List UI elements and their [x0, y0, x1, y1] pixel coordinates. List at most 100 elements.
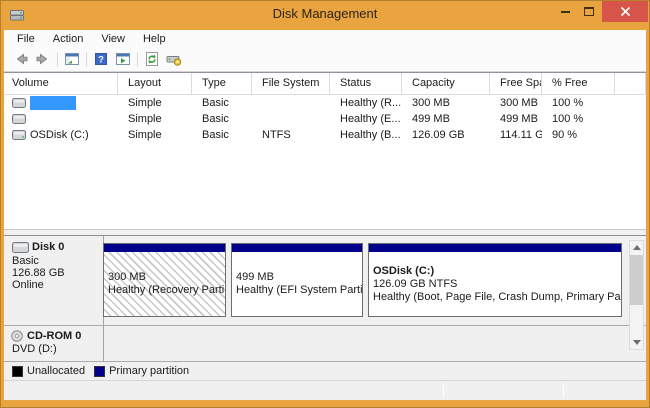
layout-cell: Simple	[118, 129, 192, 141]
capacity-cell: 499 MB	[402, 113, 490, 125]
titlebar[interactable]: Disk Management	[0, 0, 650, 30]
capacity-cell: 126.09 GB	[402, 129, 490, 141]
pane-splitter[interactable]	[4, 229, 646, 236]
toolbar-separator	[137, 52, 138, 67]
partition-efi[interactable]: 499 MB Healthy (EFI System Partit	[231, 243, 363, 317]
volume-row-efi[interactable]: Simple Basic Healthy (E... 499 MB 499 MB…	[4, 111, 646, 127]
column-header-status[interactable]: Status	[330, 73, 402, 95]
legend-label: Unallocated	[27, 365, 85, 377]
status-cell: Healthy (E...	[330, 113, 402, 125]
disk-management-window: Disk Management File Action View Help	[0, 0, 650, 408]
toolbar-separator	[57, 52, 58, 67]
menu-bar: File Action View Help	[4, 30, 646, 47]
menu-action[interactable]: Action	[44, 32, 93, 46]
partition-status: Healthy (EFI System Partit	[236, 284, 358, 297]
show-action-pane-button[interactable]	[112, 49, 134, 69]
back-button[interactable]	[10, 49, 32, 69]
partition-size: 126.09 GB NTFS	[373, 278, 617, 291]
refresh-button[interactable]	[141, 49, 163, 69]
partition-osdisk[interactable]: OSDisk (C:) 126.09 GB NTFS Healthy (Boot…	[368, 243, 622, 317]
column-header-file-system[interactable]: File System	[252, 73, 330, 95]
legend-bar: Unallocated Primary partition	[4, 361, 646, 380]
disk0-size: 126.88 GB	[12, 267, 103, 279]
legend-primary-partition: Primary partition	[94, 365, 189, 377]
column-header-filler	[615, 73, 646, 95]
cdrom-name: CD-ROM 0	[27, 330, 81, 342]
graphical-view: Disk 0 Basic 126.88 GB Online 300 MB Hea…	[4, 236, 646, 380]
forward-button[interactable]	[32, 49, 54, 69]
file-system-cell: NTFS	[252, 129, 330, 141]
disk-properties-button[interactable]	[163, 49, 185, 69]
menu-help[interactable]: Help	[134, 32, 175, 46]
type-cell: Basic	[192, 129, 252, 141]
scrollbar-thumb[interactable]	[630, 255, 643, 305]
free-space-cell: 499 MB	[490, 113, 542, 125]
volume-icon	[12, 114, 26, 124]
pct-free-cell: 100 %	[542, 97, 615, 109]
selection-highlight	[30, 96, 76, 110]
minimize-button[interactable]	[554, 1, 576, 22]
menu-file[interactable]: File	[8, 32, 44, 46]
capacity-cell: 300 MB	[402, 97, 490, 109]
volume-name-cell	[4, 114, 118, 124]
volume-row-osdisk[interactable]: OSDisk (C:) Simple Basic NTFS Healthy (B…	[4, 127, 646, 143]
column-header-free-space[interactable]: Free Spa...	[490, 73, 542, 95]
disk-icon	[12, 242, 29, 253]
column-header-layout[interactable]: Layout	[118, 73, 192, 95]
column-header-type[interactable]: Type	[192, 73, 252, 95]
legend-label: Primary partition	[109, 365, 189, 377]
disk0-type: Basic	[12, 255, 103, 267]
legend-unallocated: Unallocated	[12, 365, 85, 377]
partition-status: Healthy (Recovery Parti	[108, 284, 221, 297]
disk-properties-icon	[166, 51, 182, 67]
close-button[interactable]	[602, 1, 648, 22]
disk0-label-panel[interactable]: Disk 0 Basic 126.88 GB Online	[4, 236, 104, 325]
maximize-icon	[584, 7, 594, 16]
show-console-tree-button[interactable]	[61, 49, 83, 69]
primary-partition-color-swatch	[94, 366, 105, 377]
partition-color-bar	[104, 244, 225, 252]
scroll-down-button[interactable]	[630, 336, 643, 349]
volume-row-recovery[interactable]: Simple Basic Healthy (R... 300 MB 300 MB…	[4, 95, 646, 111]
partition-size: 499 MB	[236, 271, 358, 284]
volume-icon	[12, 98, 26, 108]
column-header-pct-free[interactable]: % Free	[542, 73, 615, 95]
volume-name: OSDisk (C:)	[30, 129, 89, 141]
scroll-up-button[interactable]	[630, 241, 643, 254]
volume-name-cell	[4, 96, 118, 110]
status-bar-separator	[563, 383, 564, 398]
cdrom-label-panel[interactable]: CD-ROM 0 DVD (D:)	[4, 326, 104, 361]
column-header-volume[interactable]: Volume	[4, 73, 118, 95]
action-pane-icon	[115, 51, 131, 67]
volume-name-cell: OSDisk (C:)	[4, 129, 118, 141]
menu-view[interactable]: View	[92, 32, 134, 46]
status-cell: Healthy (R...	[330, 97, 402, 109]
graphical-view-scrollbar[interactable]	[629, 240, 644, 350]
partition-title: OSDisk (C:)	[373, 265, 617, 278]
volume-list: Volume Layout Type File System Status Ca…	[4, 72, 646, 229]
pct-free-cell: 90 %	[542, 129, 615, 141]
free-space-cell: 114.11 GB	[490, 129, 542, 141]
help-button[interactable]: ?	[90, 49, 112, 69]
minimize-icon	[561, 11, 570, 13]
status-bar	[4, 380, 646, 400]
help-icon: ?	[93, 51, 109, 67]
partition-size: 300 MB	[108, 271, 221, 284]
chevron-up-icon	[633, 245, 641, 250]
status-cell: Healthy (B...	[330, 129, 402, 141]
forward-arrow-icon	[35, 51, 51, 67]
free-space-cell: 300 MB	[490, 97, 542, 109]
type-cell: Basic	[192, 97, 252, 109]
partition-color-bar	[232, 244, 362, 252]
svg-text:?: ?	[98, 55, 104, 66]
partition-color-bar	[369, 244, 621, 252]
chevron-down-icon	[633, 340, 641, 345]
layout-cell: Simple	[118, 97, 192, 109]
volume-icon	[12, 130, 26, 140]
back-arrow-icon	[13, 51, 29, 67]
partition-recovery[interactable]: 300 MB Healthy (Recovery Parti	[103, 243, 226, 317]
column-header-capacity[interactable]: Capacity	[402, 73, 490, 95]
pct-free-cell: 100 %	[542, 113, 615, 125]
maximize-button[interactable]	[578, 1, 600, 22]
toolbar: ?	[4, 47, 646, 72]
